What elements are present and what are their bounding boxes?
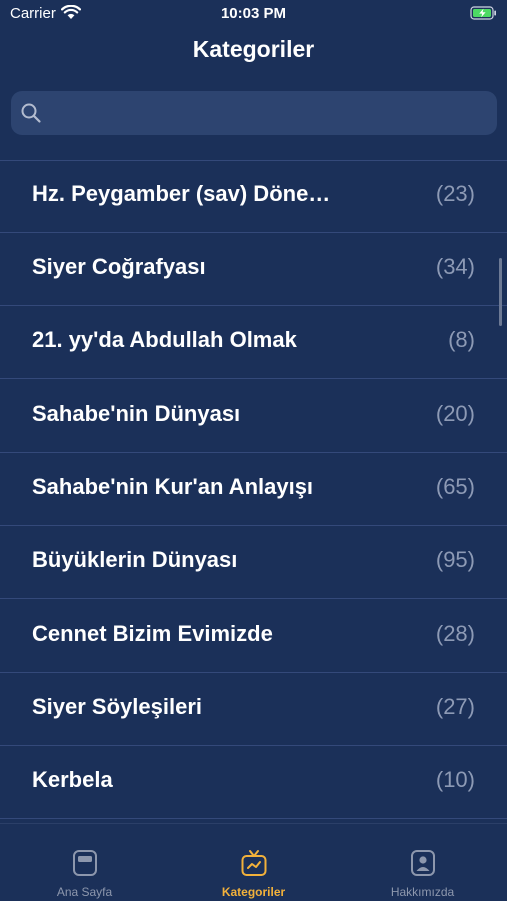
tv-icon <box>241 850 267 876</box>
tab-label: Ana Sayfa <box>56 885 113 899</box>
tab-ana-sayfa[interactable]: Ana Sayfa <box>0 824 169 901</box>
category-count: (34) <box>435 254 475 279</box>
category-count: (23) <box>435 181 475 206</box>
category-count: (20) <box>435 401 475 426</box>
category-count: (27) <box>435 694 475 719</box>
page-title: Kategoriler <box>192 36 315 62</box>
category-row[interactable]: 21. yy'da Abdullah Olmak (8) <box>0 306 507 379</box>
home-card-icon <box>73 850 97 876</box>
category-row[interactable]: Sahabe'nin Kur'an Anlayışı (65) <box>0 453 507 526</box>
search-bar[interactable] <box>11 91 497 137</box>
search-input[interactable] <box>53 91 487 137</box>
person-card-icon <box>411 850 435 876</box>
category-count: (28) <box>435 621 475 646</box>
status-bar: Carrier 10:03 PM <box>0 0 507 28</box>
category-count: (65) <box>435 474 475 499</box>
category-title: Kerbela <box>32 767 113 792</box>
status-time: 10:03 PM <box>220 5 287 22</box>
category-count: (10) <box>435 767 475 792</box>
category-list[interactable]: Hz. Peygamber (sav) Döne… (23) Siyer Coğ… <box>0 160 507 823</box>
category-title: Siyer Coğrafyası <box>32 254 206 279</box>
category-row[interactable]: Siyer Coğrafyası (34) <box>0 233 507 306</box>
category-title: Cennet Bizim Evimizde <box>32 621 273 646</box>
category-row[interactable]: Sahabe'nin Dünyası (20) <box>0 380 507 453</box>
tab-label: Kategoriler <box>221 885 286 899</box>
tab-label: Hakkımızda <box>390 885 455 899</box>
category-title: Sahabe'nin Kur'an Anlayışı <box>32 474 314 499</box>
search-icon <box>20 102 42 129</box>
tab-hakkimizda[interactable]: Hakkımızda <box>338 824 507 901</box>
category-row[interactable]: Büyüklerin Dünyası (95) <box>0 526 507 599</box>
scroll-indicator[interactable] <box>499 258 502 326</box>
category-count: (95) <box>435 547 475 572</box>
category-title: 21. yy'da Abdullah Olmak <box>32 327 297 352</box>
category-row[interactable]: Kerbela (10) <box>0 746 507 819</box>
tab-kategoriler[interactable]: Kategoriler <box>169 824 338 901</box>
category-count: (8) <box>448 327 475 352</box>
category-title: Hz. Peygamber (sav) Döne… <box>32 181 331 206</box>
category-row[interactable]: Cennet Bizim Evimizde (28) <box>0 600 507 673</box>
category-row[interactable]: Siyer Söyleşileri (27) <box>0 673 507 746</box>
tab-bar: Ana Sayfa Kategoriler Hakkımızda <box>0 823 507 901</box>
battery-charging-icon <box>470 6 497 25</box>
category-row[interactable]: Hz. Peygamber (sav) Döne… (23) <box>0 160 507 233</box>
category-title: Büyüklerin Dünyası <box>32 547 238 572</box>
category-title: Siyer Söyleşileri <box>32 694 202 719</box>
category-title: Sahabe'nin Dünyası <box>32 401 241 426</box>
